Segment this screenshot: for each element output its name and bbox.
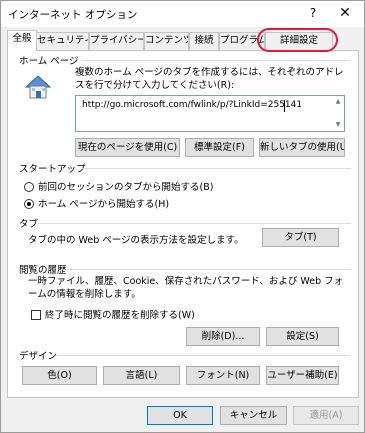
use-new-tab-button[interactable]: 新しいタブの使用(U) (259, 138, 345, 157)
tab-privacy[interactable]: プライバシー (89, 32, 144, 50)
internet-options-dialog: インターネット オプション ? ✕ 全般 セキュリティ プライバシー コンテンツ… (0, 0, 365, 433)
title-bar: インターネット オプション ? ✕ (1, 1, 364, 27)
use-default-button[interactable]: 標準設定(F) (185, 138, 254, 157)
delete-history-button[interactable]: 削除(D)... (186, 327, 260, 346)
scroll-down-icon[interactable]: ▼ (334, 121, 342, 129)
tab-security[interactable]: セキュリティ (36, 32, 89, 50)
history-description: 一時ファイル、履歴、Cookie、保存されたパスワード、および Web フォーム… (28, 276, 344, 300)
ok-button[interactable]: OK (147, 406, 213, 425)
use-current-button[interactable]: 現在のページを使用(C) (75, 138, 180, 157)
apply-button[interactable]: 適用(A) (293, 406, 359, 425)
close-button[interactable]: ✕ (337, 4, 353, 22)
cancel-button[interactable]: キャンセル (220, 406, 287, 425)
tab-programs[interactable]: プログラム (219, 32, 265, 50)
homepage-url-value: http://go.microsoft.com/fwlink/p/?LinkId… (82, 100, 303, 110)
home-icon (24, 75, 52, 99)
delete-on-exit-checkbox[interactable] (31, 310, 41, 320)
accessibility-button[interactable]: ユーザー補助(E) (266, 366, 339, 385)
tabs-button[interactable]: タブ(T) (262, 228, 339, 247)
homepage-url-field[interactable]: http://go.microsoft.com/fwlink/p/?LinkId… (75, 95, 345, 132)
homepage-heading: ホーム ページ (19, 56, 79, 67)
scroll-up-icon[interactable]: ▲ (334, 98, 342, 106)
homepage-description: 複数のホーム ページのタブを作成するには、それぞれのアドレスを行で分けて入力して… (75, 67, 344, 91)
tabs-description: タブの中の Web ページの表示方法を設定します。 (28, 235, 244, 246)
tab-content[interactable]: コンテンツ (144, 32, 189, 50)
tabs-heading: タブ (19, 219, 39, 230)
tab-advanced[interactable]: 詳細設定 (265, 32, 333, 50)
languages-button[interactable]: 言語(L) (103, 366, 180, 385)
tabs-divider (39, 223, 351, 224)
startup-home-radio[interactable] (24, 199, 34, 209)
general-panel: ホーム ページ 複数のホーム ページのタブを作成するには、それぞれのアドレスを行… (7, 50, 359, 398)
colors-button[interactable]: 色(O) (22, 366, 97, 385)
history-settings-button[interactable]: 設定(S) (266, 327, 339, 346)
tab-general[interactable]: 全般 (7, 30, 37, 51)
tab-connections[interactable]: 接続 (189, 32, 219, 50)
history-divider (66, 269, 351, 270)
startup-heading: スタートアップ (19, 164, 86, 175)
startup-previous-label[interactable]: 前回のセッションのタブから開始する(B) (38, 181, 213, 194)
startup-divider (81, 168, 351, 169)
help-button[interactable]: ? (306, 4, 320, 22)
fonts-button[interactable]: フォント(N) (186, 366, 260, 385)
delete-on-exit-label[interactable]: 終了時に閲覧の履歴を削除する(W) (45, 309, 195, 322)
startup-home-label[interactable]: ホーム ページから開始する(H) (38, 198, 169, 211)
startup-previous-radio[interactable] (24, 182, 34, 192)
window-title: インターネット オプション (8, 9, 138, 21)
homepage-divider (81, 60, 351, 61)
history-heading: 閲覧の履歴 (19, 265, 67, 276)
appearance-divider (57, 355, 351, 356)
tab-strip: 全般 セキュリティ プライバシー コンテンツ 接続 プログラム 詳細設定 (7, 30, 359, 51)
appearance-heading: デザイン (19, 351, 58, 362)
text-caret (284, 100, 285, 112)
